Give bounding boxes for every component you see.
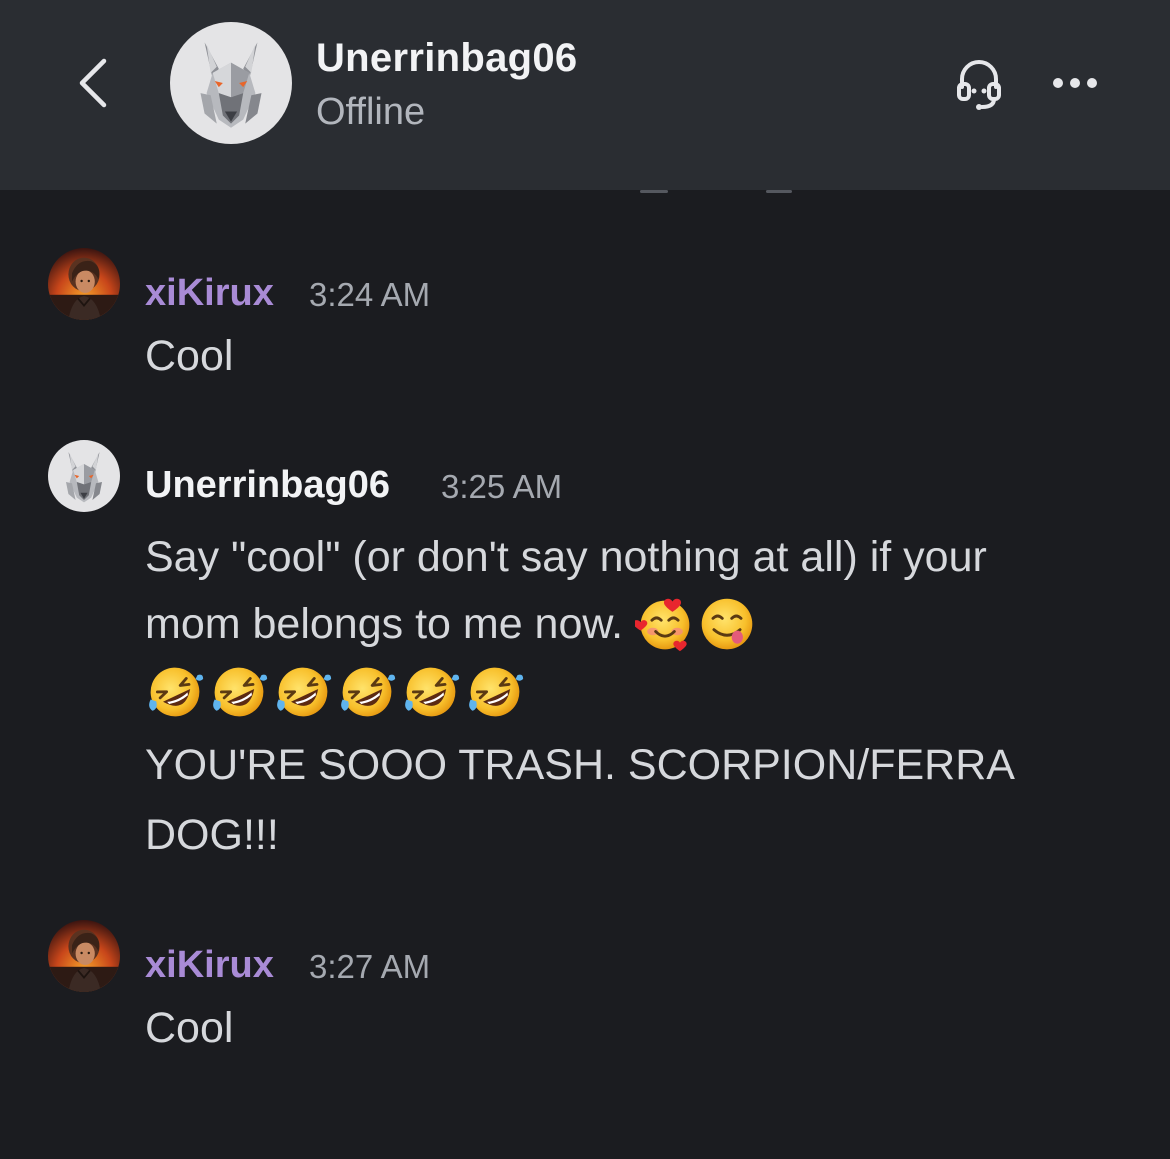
- message-text: Cool: [145, 1004, 234, 1052]
- rolling-on-floor-laughing-icon: [465, 662, 525, 722]
- ellipsis-icon: [1053, 78, 1097, 88]
- rolling-on-floor-laughing-icon: [273, 662, 333, 722]
- more-options-button[interactable]: [1044, 52, 1106, 114]
- smiling-face-with-hearts-icon: [635, 594, 695, 654]
- message-text: Say "cool" (or don't say nothing at all)…: [145, 533, 987, 581]
- rolling-on-floor-laughing-icon: [209, 662, 269, 722]
- contact-avatar[interactable]: [170, 22, 292, 144]
- back-button[interactable]: [62, 48, 126, 118]
- headset-icon: [957, 60, 1001, 110]
- message-timestamp: 3:27 AM: [309, 948, 431, 985]
- message-text: DOG!!!: [145, 811, 279, 859]
- contact-status: Offline: [316, 91, 426, 133]
- rolling-on-floor-laughing-icon: [145, 662, 205, 722]
- chevron-left-icon: [79, 58, 107, 108]
- contact-name[interactable]: Unerrinbag06: [316, 30, 577, 86]
- message-text: YOU'RE SOOO TRASH. SCORPION/FERRA: [145, 741, 1015, 789]
- emoji-row: [145, 662, 525, 722]
- message-author[interactable]: xiKirux: [145, 268, 274, 318]
- message-text-with-emoji: mom belongs to me now.: [145, 594, 757, 654]
- rolling-on-floor-laughing-icon: [337, 662, 397, 722]
- face-savoring-food-icon: [697, 594, 757, 654]
- message-timestamp: 3:25 AM: [441, 468, 563, 505]
- rolling-on-floor-laughing-icon: [401, 662, 461, 722]
- support-button[interactable]: [948, 52, 1010, 114]
- message-timestamp: 3:24 AM: [309, 276, 431, 313]
- message-text: Cool: [145, 332, 234, 380]
- chat-header: Unerrinbag06 Offline: [0, 0, 1170, 190]
- message-text: mom belongs to me now.: [145, 600, 624, 648]
- avatar[interactable]: [48, 248, 120, 320]
- avatar[interactable]: [48, 920, 120, 992]
- message-author[interactable]: xiKirux: [145, 940, 274, 990]
- avatar[interactable]: [48, 440, 120, 512]
- scroll-overflow-sliver: [640, 190, 792, 193]
- message-author[interactable]: Unerrinbag06: [145, 460, 390, 510]
